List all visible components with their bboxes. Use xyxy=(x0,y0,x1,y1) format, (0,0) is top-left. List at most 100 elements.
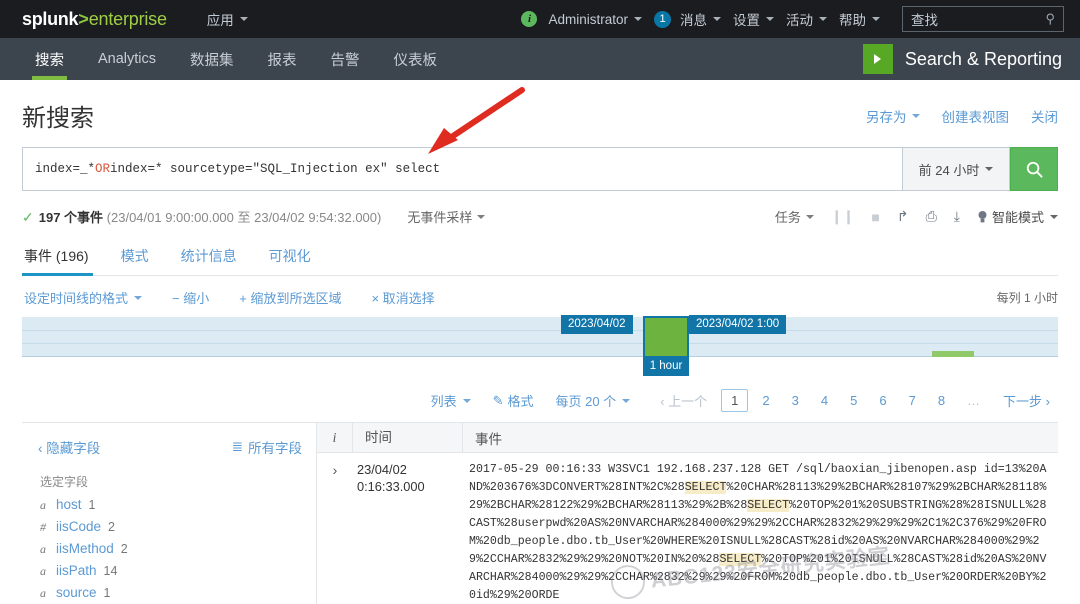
timeline-band xyxy=(22,317,1058,357)
close-button[interactable]: 关闭 xyxy=(1031,106,1058,126)
field-count: 1 xyxy=(89,498,96,512)
app-navigation-bar: 搜索 Analytics 数据集 报表 告警 仪表板 Search & Repo… xyxy=(0,38,1080,80)
pagination-page-7[interactable]: 7 xyxy=(901,390,924,411)
logo-text-splunk: splunk xyxy=(22,9,78,30)
events-table: i 时间 事件 › 23/04/02 0:16:33.000 2017-05-2… xyxy=(317,423,1058,604)
global-find-input[interactable]: 查找 ⚲ xyxy=(902,6,1064,32)
search-mode-menu[interactable]: 智能模式 xyxy=(977,207,1058,226)
nav-item-reports[interactable]: 报表 xyxy=(251,38,314,80)
event-sampling-menu[interactable]: 无事件采样 xyxy=(407,207,485,226)
timeline-selection[interactable] xyxy=(643,316,689,358)
nav-item-analytics[interactable]: Analytics xyxy=(81,38,173,80)
chevron-down-icon xyxy=(806,215,814,219)
field-count: 14 xyxy=(104,564,118,578)
field-type-icon: # xyxy=(40,520,49,535)
splunk-logo[interactable]: splunk > enterprise xyxy=(22,9,167,30)
pagination-page-3[interactable]: 3 xyxy=(784,390,807,411)
user-menu[interactable]: i Administrator xyxy=(515,7,648,31)
query-part-2: index=* sourcetype="SQL_Injection ex" se… xyxy=(110,162,440,176)
events-toolbar: 列表 ✎ 格式 每页 20 个 ‹ 上一个 1 2 3 4 5 6 7 8 xyxy=(22,379,1058,422)
timeline-bar[interactable] xyxy=(932,351,974,357)
event-raw-text[interactable]: 2017-05-29 00:16:33 W3SVC1 192.168.237.1… xyxy=(463,461,1058,604)
results-body: ‹ 隐藏字段 ≣ 所有字段 选定字段 a host 1 # iisCode xyxy=(22,422,1058,604)
pagination-page-8[interactable]: 8 xyxy=(930,390,953,411)
field-count: 2 xyxy=(108,520,115,534)
chevron-right-icon[interactable]: › xyxy=(317,461,353,604)
share-icon[interactable]: ↱ xyxy=(897,208,909,225)
chevron-down-icon xyxy=(713,17,721,21)
settings-menu[interactable]: 设置 xyxy=(727,5,780,33)
timeline-format-menu[interactable]: 设定时间线的格式 xyxy=(24,288,142,307)
chevron-down-icon xyxy=(985,167,993,171)
pagination-page-4[interactable]: 4 xyxy=(813,390,836,411)
nav-label: 仪表板 xyxy=(394,49,438,70)
pagination-next[interactable]: 下一步 › xyxy=(995,388,1058,413)
run-search-button[interactable] xyxy=(1010,147,1058,191)
zoom-out-button[interactable]: − 缩小 xyxy=(172,288,209,307)
lightbulb-icon xyxy=(977,210,988,224)
nav-item-dashboards[interactable]: 仪表板 xyxy=(377,38,455,80)
pagination-page-5[interactable]: 5 xyxy=(842,390,865,411)
all-fields-label: 所有字段 xyxy=(248,437,302,457)
pagination-page-6[interactable]: 6 xyxy=(871,390,894,411)
messages-menu[interactable]: 1 消息 xyxy=(648,5,727,33)
field-count: 2 xyxy=(121,542,128,556)
field-item-source[interactable]: a source 1 xyxy=(38,585,302,601)
time-range-picker[interactable]: 前 24 小时 xyxy=(902,147,1010,191)
create-table-view-button[interactable]: 创建表视图 xyxy=(942,106,1010,126)
event-timestamp: 23/04/02 0:16:33.000 xyxy=(353,461,463,604)
all-fields-button[interactable]: ≣ 所有字段 xyxy=(232,437,302,457)
logo-text-enterprise: enterprise xyxy=(89,9,167,30)
per-page-menu[interactable]: 每页 20 个 xyxy=(556,391,631,410)
column-header-info: i xyxy=(317,423,353,453)
event-count: 197 个事件 xyxy=(39,210,103,225)
export-icon[interactable]: ⤓ xyxy=(954,208,960,225)
events-timeline-chart[interactable]: 2023/04/02 2023/04/02 1:00 1 hour xyxy=(22,317,1058,375)
event-count-group: ✓197 个事件 (23/04/01 9:00:00.000 至 23/04/0… xyxy=(22,207,381,226)
pagination-page-1[interactable]: 1 xyxy=(721,389,748,412)
nav-label: Analytics xyxy=(98,51,156,67)
tab-events[interactable]: 事件 (196) xyxy=(22,236,105,275)
nav-item-alerts[interactable]: 告警 xyxy=(314,38,377,80)
format-button[interactable]: ✎ 格式 xyxy=(493,391,534,410)
help-menu[interactable]: 帮助 xyxy=(833,5,886,33)
search-query-input[interactable]: index=_* OR index=* sourcetype="SQL_Inje… xyxy=(22,147,902,191)
timeline-axis xyxy=(22,356,1058,357)
nav-item-datasets[interactable]: 数据集 xyxy=(173,38,251,80)
nav-item-search[interactable]: 搜索 xyxy=(18,38,81,80)
tab-statistics[interactable]: 统计信息 xyxy=(165,236,253,275)
print-icon[interactable]: ⎙ xyxy=(926,208,937,225)
pagination-prev[interactable]: ‹ 上一个 xyxy=(652,388,715,413)
zoom-to-selection-button[interactable]: + 缩放到所选区域 xyxy=(239,288,341,307)
field-type-icon: a xyxy=(40,586,49,601)
selected-fields-header: 选定字段 xyxy=(40,473,302,490)
field-item-iismethod[interactable]: a iisMethod 2 xyxy=(38,541,302,557)
nav-label: 搜索 xyxy=(35,49,64,70)
hide-fields-label: ‹ 隐藏字段 xyxy=(38,437,100,457)
field-type-icon: a xyxy=(40,542,49,557)
tab-patterns[interactable]: 模式 xyxy=(105,236,165,275)
search-icon: ⚲ xyxy=(1045,11,1055,27)
tab-label: 模式 xyxy=(121,248,149,264)
chevron-down-icon xyxy=(766,17,774,21)
deselect-button[interactable]: × 取消选择 xyxy=(371,288,434,307)
current-app-badge[interactable]: Search & Reporting xyxy=(863,38,1080,80)
pagination-page-2[interactable]: 2 xyxy=(754,390,777,411)
search-bar: index=_* OR index=* sourcetype="SQL_Inje… xyxy=(22,147,1058,191)
zoom-to-selection-label: + 缩放到所选区域 xyxy=(239,288,341,307)
apps-menu[interactable]: 应用 xyxy=(201,5,254,33)
field-item-host[interactable]: a host 1 xyxy=(38,497,302,513)
tab-label: 可视化 xyxy=(269,248,311,264)
save-as-button[interactable]: 另存为 xyxy=(866,106,920,126)
check-icon: ✓ xyxy=(22,209,34,225)
field-item-iiscode[interactable]: # iisCode 2 xyxy=(38,519,302,535)
job-menu[interactable]: 任务 xyxy=(775,207,814,226)
page-header: 新搜索 另存为 创建表视图 关闭 xyxy=(22,80,1058,147)
field-item-iispath[interactable]: a iisPath 14 xyxy=(38,563,302,579)
tab-visualization[interactable]: 可视化 xyxy=(253,236,327,275)
timeline-controls: 设定时间线的格式 − 缩小 + 缩放到所选区域 × 取消选择 每列 1 小时 xyxy=(22,276,1058,317)
activity-menu[interactable]: 活动 xyxy=(780,5,833,33)
stop-icon: ■ xyxy=(871,209,879,225)
list-view-menu[interactable]: 列表 xyxy=(431,391,471,410)
hide-fields-button[interactable]: ‹ 隐藏字段 xyxy=(38,437,100,457)
